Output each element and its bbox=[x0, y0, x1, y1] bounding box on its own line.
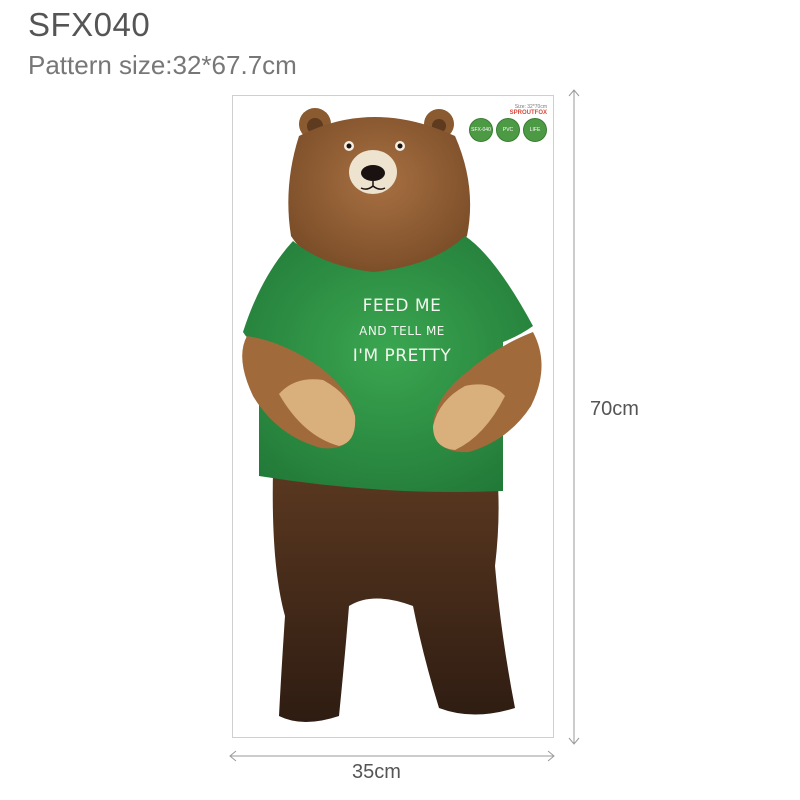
width-label: 35cm bbox=[352, 761, 401, 783]
shirt-line-1: FEED ME bbox=[362, 296, 442, 316]
badge-pvc: PVC bbox=[496, 118, 520, 142]
product-code: SFX040 bbox=[28, 6, 151, 43]
pattern-size: Pattern size:32*67.7cm bbox=[28, 50, 297, 80]
nose bbox=[361, 165, 385, 181]
height-label: 70cm bbox=[590, 398, 639, 420]
badge-life: LIFE bbox=[523, 118, 547, 142]
bear-illustration bbox=[242, 108, 542, 722]
brand-badges: Size: 32*70cm SPROUTFOX SFX-040 PVC LIFE bbox=[467, 104, 547, 142]
shirt-line-3: I'M PRETTY bbox=[352, 346, 452, 366]
brand-logo: SPROUTFOX bbox=[509, 110, 547, 116]
shirt-text: FEED ME AND TELL ME I'M PRETTY bbox=[337, 294, 467, 369]
sticker-sheet: FEED ME AND TELL ME I'M PRETTY Size: 32*… bbox=[232, 95, 554, 738]
badge-code: SFX-040 bbox=[469, 118, 493, 142]
shirt-line-2: AND TELL ME bbox=[359, 324, 445, 338]
height-dimension-line bbox=[568, 89, 580, 745]
bear-legs bbox=[272, 471, 515, 722]
